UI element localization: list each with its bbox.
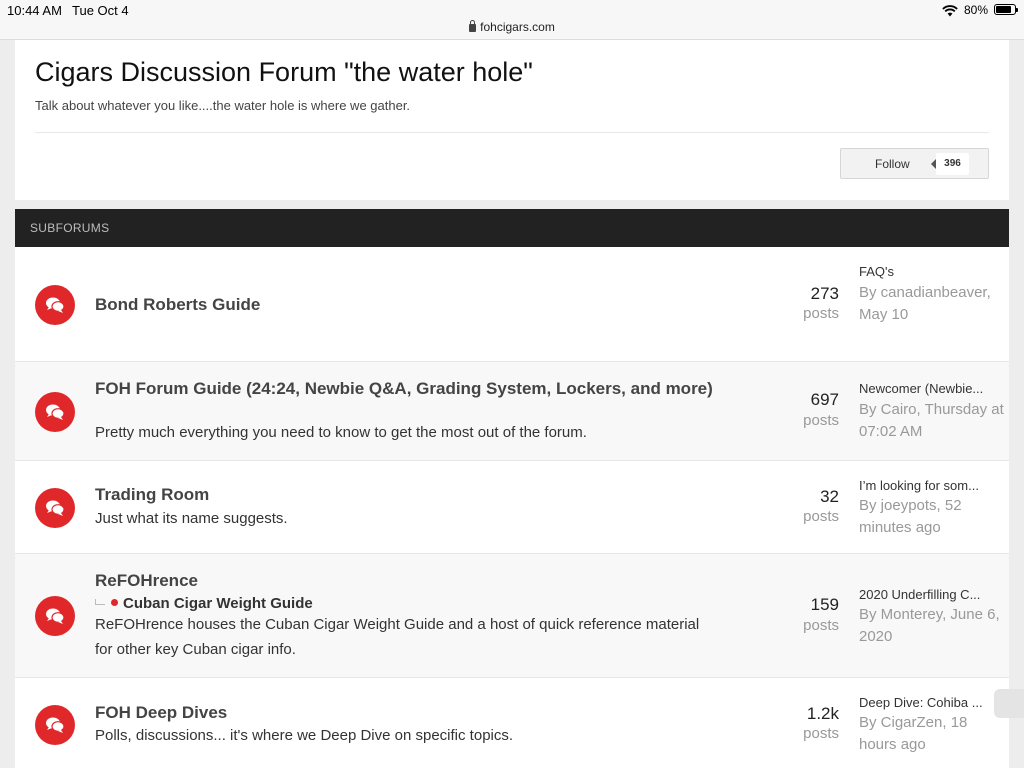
post-count-label: posts [803, 508, 839, 525]
scroll-to-top-tab[interactable] [994, 689, 1024, 718]
subforums-header: SUBFORUMS [15, 209, 1009, 247]
chat-bubble-icon [35, 596, 75, 636]
subforum-row[interactable]: FOH Forum Guide (24:24, Newbie Q&A, Grad… [15, 362, 1009, 461]
url-text: fohcigars.com [480, 20, 555, 34]
subforum-row[interactable]: FOH Deep Dives Polls, discussions... it'… [15, 678, 1009, 768]
chat-bubble-icon [35, 705, 75, 745]
status-bar: 10:44 AM Tue Oct 4 fohcigars.com 80% [0, 0, 1024, 40]
last-post-meta: By canadianbeaver, May 10 [859, 284, 991, 323]
post-count: 273 [810, 284, 839, 303]
subforum-description: ReFOHrence houses the Cuban Cigar Weight… [95, 616, 700, 658]
chat-bubble-icon [35, 285, 75, 325]
battery-icon [994, 4, 1018, 15]
last-post-title-link[interactable]: 2020 Underfilling C... [859, 587, 999, 602]
subforum-title-link[interactable]: FOH Deep Dives [95, 703, 227, 723]
subforum-row[interactable]: Bond Roberts Guide 273 posts FAQ's By ca… [15, 247, 1009, 362]
post-count: 1.2k [806, 704, 839, 723]
follow-label: Follow [875, 157, 910, 171]
divider [35, 132, 989, 133]
post-count: 159 [810, 595, 839, 614]
status-date: Tue Oct 4 [72, 3, 129, 18]
post-count: 32 [820, 487, 839, 506]
chat-bubble-icon [35, 488, 75, 528]
subforum-row[interactable]: ReFOHrence Cuban Cigar Weight Guide ReFO… [15, 554, 1009, 678]
subforums-heading: SUBFORUMS [30, 221, 110, 235]
subforum-title-link[interactable]: ReFOHrence [95, 571, 198, 591]
forum-header: Cigars Discussion Forum "the water hole"… [15, 40, 1009, 200]
last-post-meta: By joeypots, 52 minutes ago [859, 497, 962, 536]
subforum-description: Just what its name suggests. [95, 510, 288, 527]
battery-percentage: 80% [964, 3, 989, 17]
post-count-label: posts [803, 617, 839, 634]
tree-connector-icon [95, 599, 105, 605]
last-post-meta: By Cairo, Thursday at 07:02 AM [859, 401, 1004, 440]
subforum-title-link[interactable]: Bond Roberts Guide [95, 295, 260, 315]
child-forum-label: Cuban Cigar Weight Guide [123, 595, 313, 612]
last-post-meta: By CigarZen, 18 hours ago [859, 714, 968, 753]
post-count-label: posts [803, 412, 839, 429]
child-forum-link[interactable]: Cuban Cigar Weight Guide [95, 595, 313, 612]
chat-bubble-icon [35, 392, 75, 432]
forum-description: Talk about whatever you like....the wate… [35, 98, 411, 113]
subforum-description: Polls, discussions... it's where we Deep… [95, 727, 514, 744]
subforum-title-link[interactable]: Trading Room [95, 485, 209, 505]
wifi-icon [942, 4, 958, 22]
last-post-title-link[interactable]: Deep Dive: Cohiba ... [859, 695, 995, 710]
follow-button[interactable]: Follow 396 [840, 148, 989, 179]
last-post-title-link[interactable]: Newcomer (Newbie... [859, 381, 999, 396]
address-bar[interactable]: fohcigars.com [0, 20, 1024, 34]
last-post-meta: By Monterey, June 6, 2020 [859, 606, 1000, 645]
post-count: 697 [810, 390, 839, 409]
status-time: 10:44 AM [7, 3, 62, 18]
last-post-title-link[interactable]: FAQ's [859, 264, 999, 279]
subforum-row[interactable]: Trading Room Just what its name suggests… [15, 461, 1009, 554]
follower-count-badge: 396 [931, 153, 969, 175]
last-post-title-link[interactable]: I’m looking for som... [859, 478, 999, 493]
post-count-label: posts [803, 305, 839, 322]
lock-icon [469, 20, 477, 32]
page-title: Cigars Discussion Forum "the water hole" [35, 57, 533, 87]
subforum-description: Pretty much everything you need to know … [95, 424, 587, 441]
post-count-label: posts [803, 725, 839, 742]
unread-dot-icon [111, 599, 118, 606]
subforum-title-link[interactable]: FOH Forum Guide (24:24, Newbie Q&A, Grad… [95, 379, 715, 399]
